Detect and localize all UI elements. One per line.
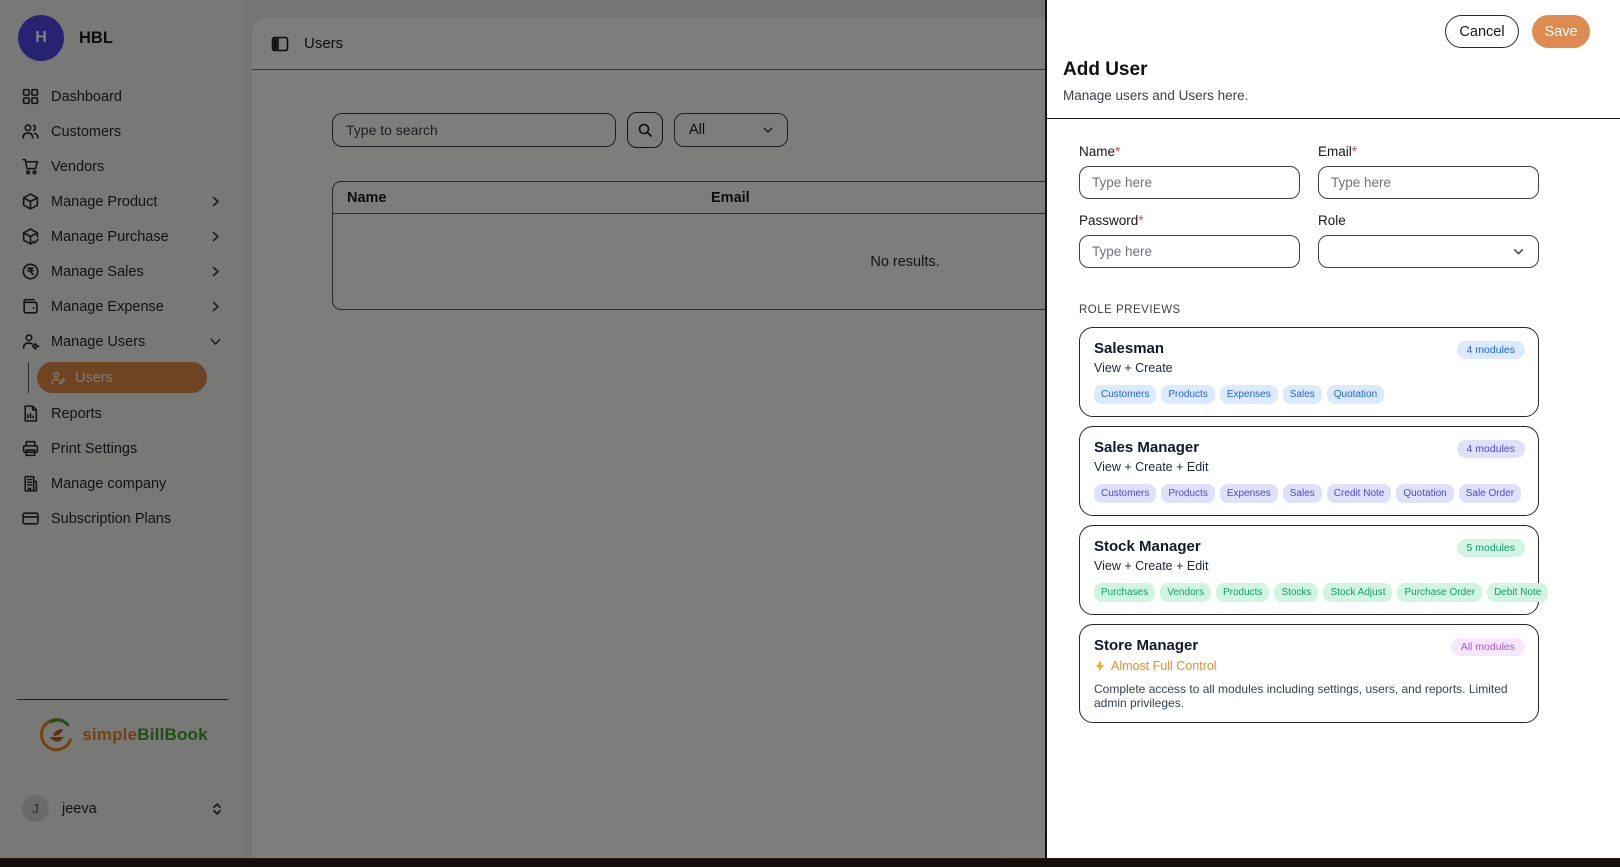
role-label: Role (1318, 213, 1539, 228)
role-module-tags: Customers Products Expenses Sales Quotation (1094, 385, 1524, 404)
module-tag-products: Products (1161, 484, 1214, 503)
module-tag-products: Products (1216, 583, 1269, 602)
role-description: Complete access to all modules including… (1094, 682, 1524, 710)
email-field-group: Email* (1318, 144, 1539, 199)
bottom-system-bar (0, 858, 1620, 867)
module-count-badge: 5 modules (1457, 539, 1525, 557)
module-count-badge: All modules (1451, 638, 1525, 656)
module-tag-sales: Sales (1283, 385, 1322, 404)
module-tag-vendors: Vendors (1160, 583, 1211, 602)
module-tag-stocks: Stocks (1274, 583, 1318, 602)
module-count-badge: 4 modules (1457, 440, 1525, 458)
module-tag-sales: Sales (1283, 484, 1322, 503)
module-tag-customers: Customers (1094, 484, 1156, 503)
required-asterisk: * (1138, 213, 1143, 228)
role-select[interactable] (1318, 235, 1539, 268)
module-tag-expenses: Expenses (1220, 484, 1278, 503)
name-field-group: Name* (1079, 144, 1300, 199)
cancel-button[interactable]: Cancel (1445, 15, 1519, 48)
role-field-group: Role (1318, 213, 1539, 268)
role-permissions: View + Create (1094, 361, 1524, 375)
required-asterisk: * (1352, 144, 1357, 159)
password-field[interactable] (1079, 235, 1300, 268)
drawer-subtitle: Manage users and Users here. (1063, 88, 1590, 103)
email-label: Email* (1318, 144, 1539, 159)
add-user-drawer: Cancel Save Add User Manage users and Us… (1045, 0, 1620, 867)
drawer-title: Add User (1063, 59, 1590, 81)
password-label: Password* (1079, 213, 1300, 228)
module-count-badge: 4 modules (1457, 341, 1525, 359)
role-module-tags: Purchases Vendors Products Stocks Stock Adju… (1094, 583, 1524, 602)
chevron-down-icon (1511, 244, 1526, 259)
role-card-store-manager: Store ManagerAll modulesAlmost Full Cont… (1079, 624, 1539, 723)
role-permissions: View + Create + Edit (1094, 460, 1524, 474)
role-cards: Salesman4 modulesView + CreateCustomersP… (1079, 327, 1539, 723)
module-tag-quotation: Quotation (1327, 385, 1384, 404)
module-tag-purchases: Purchases (1094, 583, 1155, 602)
module-tag-debit-note: Debit Note (1487, 583, 1548, 602)
role-card-salesman: Salesman4 modulesView + CreateCustomersP… (1079, 327, 1539, 417)
name-label: Name* (1079, 144, 1300, 159)
role-card-stock-manager: Stock Manager5 modulesView + Create + Ed… (1079, 525, 1539, 615)
module-tag-customers: Customers (1094, 385, 1156, 404)
role-control-level: Almost Full Control (1094, 659, 1524, 673)
module-tag-purchase-order: Purchase Order (1397, 583, 1482, 602)
role-permissions: View + Create + Edit (1094, 559, 1524, 573)
module-tag-stock-adjust: Stock Adjust (1323, 583, 1392, 602)
module-tag-sale-order: Sale Order (1459, 484, 1521, 503)
email-field[interactable] (1318, 166, 1539, 199)
role-module-tags: Customers Products Expenses Sales Credit Not… (1094, 484, 1524, 503)
role-previews-label: ROLE PREVIEWS (1079, 304, 1620, 316)
name-field[interactable] (1079, 166, 1300, 199)
drawer-header: Cancel Save Add User Manage users and Us… (1047, 0, 1620, 119)
module-tag-products: Products (1161, 385, 1214, 404)
drawer-actions: Cancel Save (1063, 15, 1590, 48)
lightning-bolt-icon (1094, 660, 1106, 672)
password-field-group: Password* (1079, 213, 1300, 268)
add-user-form: Name* Email* Password* Role (1079, 144, 1539, 268)
save-button[interactable]: Save (1532, 15, 1590, 48)
module-tag-credit-note: Credit Note (1327, 484, 1392, 503)
role-card-sales-manager: Sales Manager4 modulesView + Create + Ed… (1079, 426, 1539, 516)
module-tag-quotation: Quotation (1396, 484, 1453, 503)
drawer-body: Name* Email* Password* Role (1047, 119, 1620, 723)
required-asterisk: * (1115, 144, 1120, 159)
module-tag-expenses: Expenses (1220, 385, 1278, 404)
